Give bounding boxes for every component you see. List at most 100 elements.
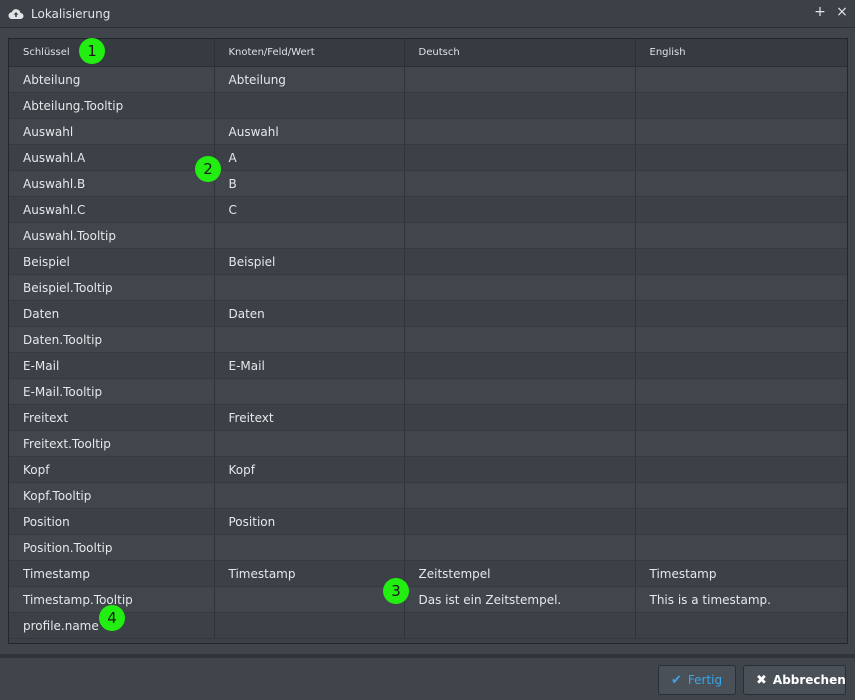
- english-cell[interactable]: [635, 534, 847, 561]
- node-cell[interactable]: Daten: [214, 300, 405, 327]
- node-cell[interactable]: [214, 482, 405, 509]
- english-cell[interactable]: [635, 482, 847, 509]
- english-cell[interactable]: [635, 378, 847, 405]
- key-cell[interactable]: Auswahl.A: [9, 144, 215, 171]
- german-cell[interactable]: [404, 300, 636, 327]
- table-row[interactable]: Beispiel.Tooltip: [9, 274, 847, 301]
- fertig-button[interactable]: ✔ Fertig: [658, 665, 736, 695]
- node-cell[interactable]: Auswahl: [214, 118, 405, 145]
- english-cell[interactable]: [635, 196, 847, 223]
- english-cell[interactable]: This is a timestamp.: [635, 586, 847, 613]
- node-cell[interactable]: Freitext: [214, 404, 405, 431]
- table-row[interactable]: Position Position: [9, 508, 847, 535]
- table-row[interactable]: Position.Tooltip: [9, 534, 847, 561]
- node-cell[interactable]: Abteilung: [214, 66, 405, 93]
- german-cell[interactable]: [404, 222, 636, 249]
- english-cell[interactable]: [635, 248, 847, 275]
- node-cell[interactable]: Position: [214, 508, 405, 535]
- key-cell[interactable]: Beispiel.Tooltip: [9, 274, 215, 301]
- key-cell[interactable]: Auswahl.C: [9, 196, 215, 223]
- english-cell[interactable]: [635, 170, 847, 197]
- german-cell[interactable]: [404, 482, 636, 509]
- node-cell[interactable]: [214, 92, 405, 119]
- key-cell[interactable]: Kopf: [9, 456, 215, 483]
- german-cell[interactable]: [404, 248, 636, 275]
- abbrechen-button[interactable]: ✖ Abbrechen: [743, 665, 846, 695]
- node-cell[interactable]: C: [214, 196, 405, 223]
- key-cell[interactable]: Auswahl: [9, 118, 215, 145]
- table-row[interactable]: Abteilung.Tooltip: [9, 92, 847, 119]
- table-row[interactable]: Freitext.Tooltip: [9, 430, 847, 457]
- english-cell[interactable]: [635, 274, 847, 301]
- key-cell[interactable]: Freitext: [9, 404, 215, 431]
- key-cell[interactable]: Position: [9, 508, 215, 535]
- node-cell[interactable]: [214, 612, 405, 639]
- german-cell[interactable]: [404, 118, 636, 145]
- table-row[interactable]: Kopf Kopf: [9, 456, 847, 483]
- german-cell[interactable]: [404, 92, 636, 119]
- key-cell[interactable]: Daten: [9, 300, 215, 327]
- german-cell[interactable]: [404, 170, 636, 197]
- node-cell[interactable]: Timestamp: [214, 560, 405, 587]
- table-row[interactable]: Kopf.Tooltip: [9, 482, 847, 509]
- german-cell[interactable]: [404, 274, 636, 301]
- key-cell[interactable]: Freitext.Tooltip: [9, 430, 215, 457]
- german-cell[interactable]: [404, 456, 636, 483]
- table-row[interactable]: Auswahl.A A: [9, 144, 847, 171]
- german-cell[interactable]: [404, 404, 636, 431]
- node-cell[interactable]: [214, 222, 405, 249]
- english-cell[interactable]: [635, 456, 847, 483]
- english-cell[interactable]: [635, 300, 847, 327]
- english-cell[interactable]: [635, 508, 847, 535]
- node-cell[interactable]: [214, 378, 405, 405]
- german-cell[interactable]: Das ist ein Zeitstempel.: [404, 586, 636, 613]
- key-cell[interactable]: Abteilung: [9, 66, 215, 93]
- node-cell[interactable]: Kopf: [214, 456, 405, 483]
- english-cell[interactable]: [635, 118, 847, 145]
- key-cell[interactable]: E-Mail.Tooltip: [9, 378, 215, 405]
- table-row[interactable]: Freitext Freitext: [9, 404, 847, 431]
- node-cell[interactable]: Beispiel: [214, 248, 405, 275]
- english-cell[interactable]: [635, 430, 847, 457]
- english-cell[interactable]: [635, 92, 847, 119]
- table-row[interactable]: profile.name: [9, 612, 847, 639]
- german-cell[interactable]: [404, 352, 636, 379]
- node-cell[interactable]: [214, 430, 405, 457]
- close-icon[interactable]: ×: [835, 4, 849, 22]
- table-row[interactable]: Daten.Tooltip: [9, 326, 847, 353]
- node-cell[interactable]: [214, 586, 405, 613]
- key-cell[interactable]: Daten.Tooltip: [9, 326, 215, 353]
- key-cell[interactable]: Beispiel: [9, 248, 215, 275]
- node-cell[interactable]: E-Mail: [214, 352, 405, 379]
- node-cell[interactable]: [214, 534, 405, 561]
- key-cell[interactable]: Timestamp: [9, 560, 215, 587]
- german-cell[interactable]: [404, 378, 636, 405]
- german-cell[interactable]: [404, 534, 636, 561]
- german-cell[interactable]: [404, 326, 636, 353]
- column-header-node[interactable]: Knoten/Feld/Wert: [214, 39, 405, 67]
- table-row[interactable]: E-Mail.Tooltip: [9, 378, 847, 405]
- table-row[interactable]: Auswahl.C C: [9, 196, 847, 223]
- german-cell[interactable]: [404, 508, 636, 535]
- german-cell[interactable]: [404, 430, 636, 457]
- english-cell[interactable]: [635, 66, 847, 93]
- key-cell[interactable]: Kopf.Tooltip: [9, 482, 215, 509]
- table-row[interactable]: Timestamp.Tooltip Das ist ein Zeitstempel…: [9, 586, 847, 613]
- column-header-german[interactable]: Deutsch: [404, 39, 636, 67]
- english-cell[interactable]: [635, 404, 847, 431]
- table-row[interactable]: Abteilung Abteilung: [9, 66, 847, 93]
- english-cell[interactable]: [635, 144, 847, 171]
- english-cell[interactable]: [635, 352, 847, 379]
- key-cell[interactable]: Auswahl.Tooltip: [9, 222, 215, 249]
- german-cell[interactable]: [404, 196, 636, 223]
- german-cell[interactable]: [404, 66, 636, 93]
- english-cell[interactable]: [635, 612, 847, 639]
- add-icon[interactable]: +: [813, 4, 827, 22]
- english-cell[interactable]: [635, 222, 847, 249]
- table-row[interactable]: E-Mail E-Mail: [9, 352, 847, 379]
- column-header-key[interactable]: Schlüssel: [9, 39, 215, 67]
- key-cell[interactable]: Auswahl.B: [9, 170, 215, 197]
- table-row[interactable]: Auswahl.B B: [9, 170, 847, 197]
- table-row[interactable]: Auswahl.Tooltip: [9, 222, 847, 249]
- node-cell[interactable]: [214, 274, 405, 301]
